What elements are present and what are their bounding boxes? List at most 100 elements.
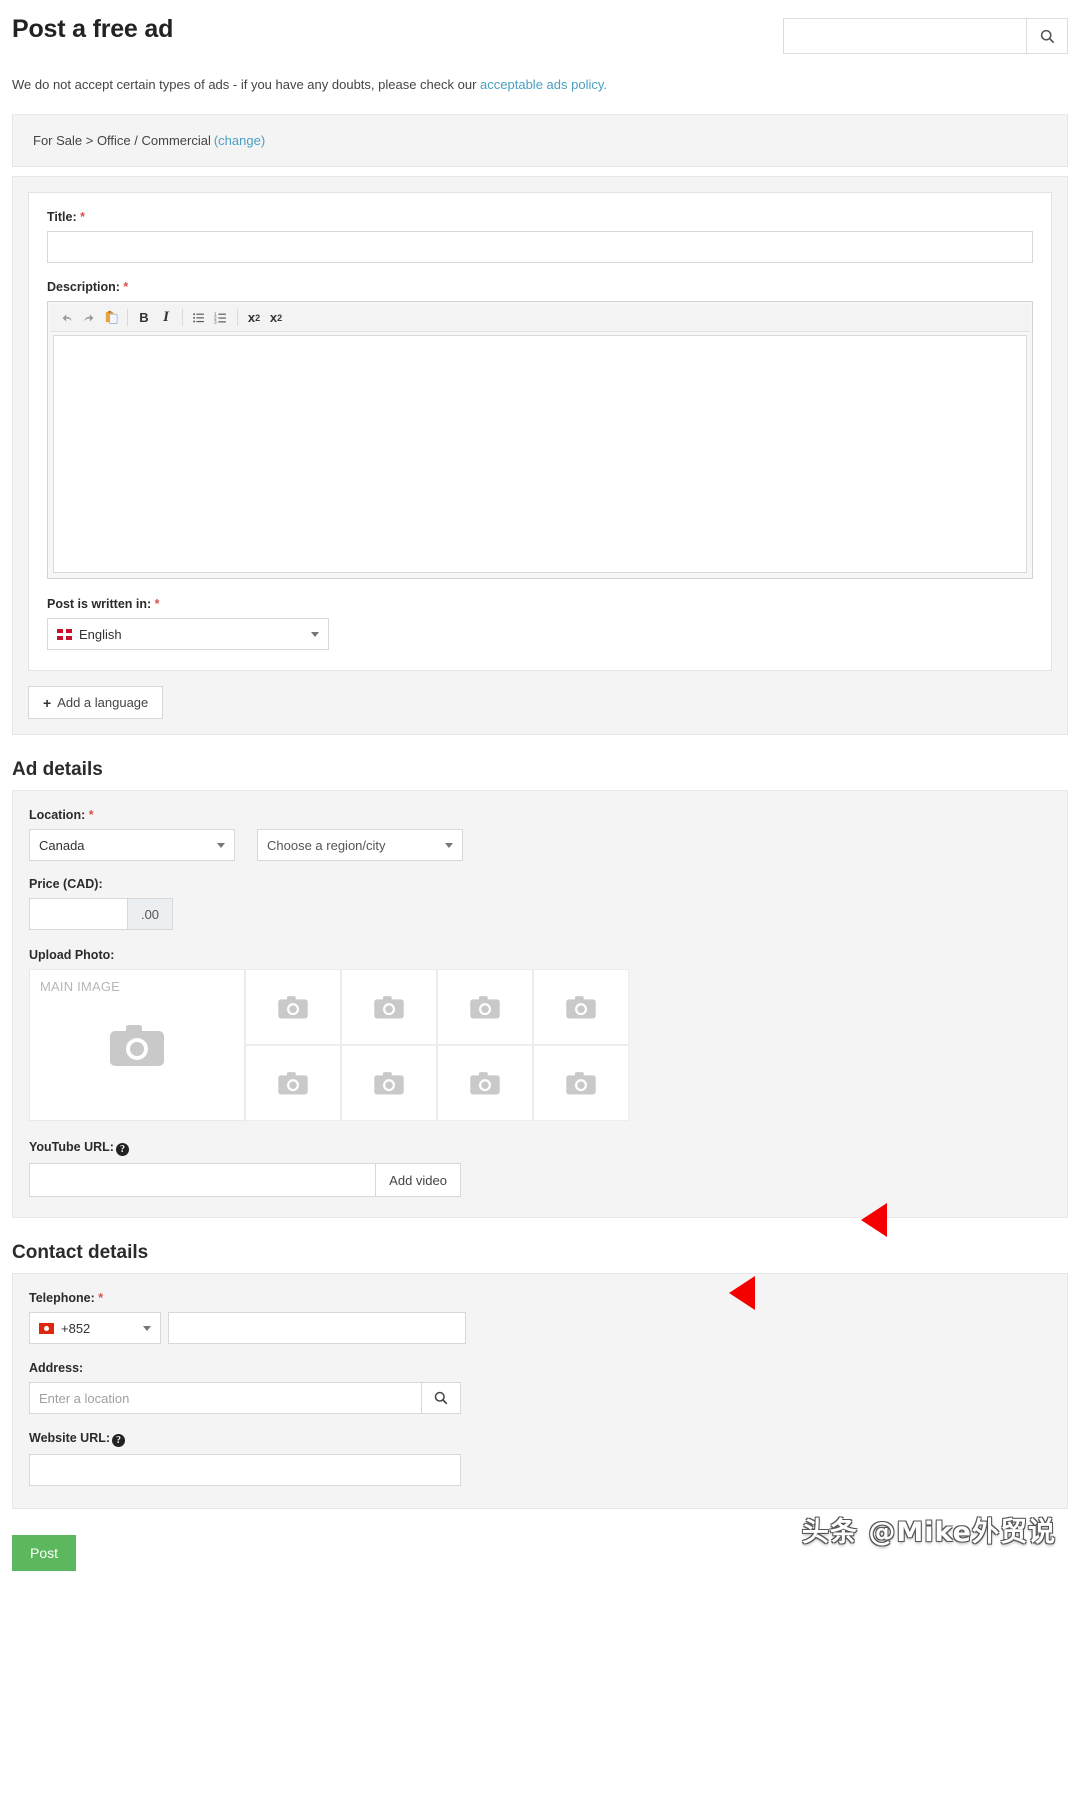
- title-required-marker: *: [80, 210, 85, 225]
- photo-slot[interactable]: [245, 1045, 341, 1122]
- language-required-marker: *: [154, 597, 160, 612]
- chevron-down-icon: [143, 1326, 151, 1332]
- add-video-button[interactable]: Add video: [375, 1163, 461, 1198]
- undo-icon[interactable]: [56, 307, 78, 329]
- breadcrumb-path: For Sale > Office / Commercial: [33, 133, 211, 149]
- photo-slot[interactable]: [341, 969, 437, 1046]
- subscript-icon[interactable]: x2: [265, 307, 287, 329]
- superscript-base: x: [247, 310, 256, 326]
- search-icon: [1040, 29, 1054, 43]
- help-icon[interactable]: ?: [115, 1143, 129, 1157]
- camera-icon: [374, 1072, 404, 1095]
- bold-icon[interactable]: B: [133, 307, 155, 329]
- chevron-down-icon: [311, 632, 319, 638]
- upload-photo-label: Upload Photo:: [29, 948, 115, 963]
- breadcrumb-change-link[interactable]: (change): [214, 133, 265, 148]
- telephone-label-text: Telephone:: [29, 1291, 95, 1306]
- photo-slot[interactable]: [437, 969, 533, 1046]
- title-label: Title: *: [47, 210, 1033, 224]
- camera-icon: [374, 996, 404, 1019]
- telephone-field: +852: [29, 1312, 1051, 1345]
- annotation-arrow-lower: [729, 1276, 755, 1310]
- website-url-label-text: Website URL:: [29, 1431, 111, 1446]
- description-editor: B I 1 2 3 x 2 x 2: [47, 301, 1033, 580]
- photo-slot[interactable]: [533, 969, 629, 1046]
- photo-slot[interactable]: [437, 1045, 533, 1122]
- ad-content-card: Title: * Description: * B I 1 2 3 x 2 x …: [28, 192, 1052, 672]
- contact-details-panel: Telephone: * +852 Address: Website URL:?: [12, 1273, 1068, 1510]
- acceptable-ads-policy-link[interactable]: acceptable ads policy.: [480, 77, 607, 92]
- photo-upload-grid: MAIN IMAGE: [29, 969, 1051, 1122]
- camera-icon: [110, 1025, 164, 1067]
- annotation-arrow-upper: [861, 1203, 887, 1237]
- address-search-button[interactable]: [421, 1382, 461, 1415]
- youtube-url-input[interactable]: [29, 1163, 376, 1198]
- dial-code-value: +852: [61, 1320, 91, 1336]
- hong-kong-flag-icon: [39, 1322, 54, 1334]
- youtube-url-label-text: YouTube URL:: [29, 1140, 114, 1155]
- telephone-required-marker: *: [98, 1291, 104, 1306]
- title-input[interactable]: [47, 231, 1033, 264]
- uk-flag-icon: [57, 628, 72, 640]
- ad-details-panel: Location: * Canada Choose a region/city …: [12, 790, 1068, 1219]
- language-select-value: English: [79, 626, 122, 642]
- language-label: Post is written in: *: [47, 597, 1033, 611]
- youtube-url-label: YouTube URL:?: [29, 1140, 1051, 1157]
- price-input[interactable]: [29, 898, 127, 931]
- location-required-marker: *: [88, 808, 94, 823]
- main-image-label: MAIN IMAGE: [40, 979, 121, 995]
- chevron-down-icon: [445, 843, 453, 849]
- telephone-input[interactable]: [168, 1312, 466, 1345]
- search-button[interactable]: [1026, 18, 1068, 54]
- photo-slot[interactable]: [245, 969, 341, 1046]
- paste-icon[interactable]: [100, 307, 122, 329]
- price-field: .00: [29, 898, 173, 931]
- superscript-icon[interactable]: x2: [243, 307, 265, 329]
- post-ad-page: Post a free ad We do not accept certain …: [0, 0, 1080, 1572]
- numbered-list-icon[interactable]: 1 2 3: [210, 307, 232, 329]
- add-language-button[interactable]: + Add a language: [28, 686, 164, 720]
- main-image-dropzone[interactable]: MAIN IMAGE: [29, 969, 245, 1122]
- ads-policy-notice: We do not accept certain types of ads - …: [12, 76, 1068, 94]
- search-icon: [434, 1391, 448, 1405]
- country-select[interactable]: Canada: [29, 829, 235, 862]
- dial-code-select[interactable]: +852: [29, 1312, 161, 1345]
- subscript-base: x: [269, 310, 278, 326]
- italic-icon[interactable]: I: [155, 307, 177, 329]
- language-select[interactable]: English: [47, 618, 329, 651]
- address-label: Address:: [29, 1361, 84, 1376]
- plus-icon: +: [43, 694, 52, 711]
- photo-thumbnail-grid: [245, 969, 629, 1122]
- telephone-label: Telephone: *: [29, 1291, 1051, 1305]
- search-input[interactable]: [783, 18, 1026, 54]
- description-label-text: Description:: [47, 280, 120, 295]
- website-url-input[interactable]: [29, 1454, 461, 1487]
- ad-content-panel: Title: * Description: * B I 1 2 3 x 2 x …: [12, 176, 1068, 736]
- photo-slot[interactable]: [341, 1045, 437, 1122]
- camera-icon: [278, 996, 308, 1019]
- photo-slot[interactable]: [533, 1045, 629, 1122]
- website-url-label: Website URL:?: [29, 1431, 1051, 1448]
- camera-icon: [566, 1072, 596, 1095]
- chevron-down-icon: [217, 843, 225, 849]
- toolbar-separator: [237, 309, 238, 327]
- help-icon[interactable]: ?: [112, 1434, 126, 1448]
- country-select-value: Canada: [39, 837, 85, 853]
- location-label: Location: *: [29, 808, 1051, 822]
- breadcrumb: For Sale > Office / Commercial (change): [12, 114, 1068, 168]
- region-select[interactable]: Choose a region/city: [257, 829, 463, 862]
- camera-icon: [470, 1072, 500, 1095]
- region-select-value: Choose a region/city: [267, 837, 386, 853]
- post-button[interactable]: Post: [12, 1535, 77, 1572]
- toolbar-separator: [127, 309, 128, 327]
- description-required-marker: *: [123, 280, 129, 295]
- bullet-list-icon[interactable]: [188, 307, 210, 329]
- redo-icon[interactable]: [78, 307, 100, 329]
- address-field: [29, 1382, 461, 1415]
- page-title: Post a free ad: [12, 15, 174, 43]
- camera-icon: [566, 996, 596, 1019]
- site-search: [783, 18, 1068, 54]
- youtube-url-field: Add video: [29, 1163, 461, 1198]
- address-input[interactable]: [29, 1382, 421, 1415]
- description-textarea[interactable]: [53, 335, 1027, 574]
